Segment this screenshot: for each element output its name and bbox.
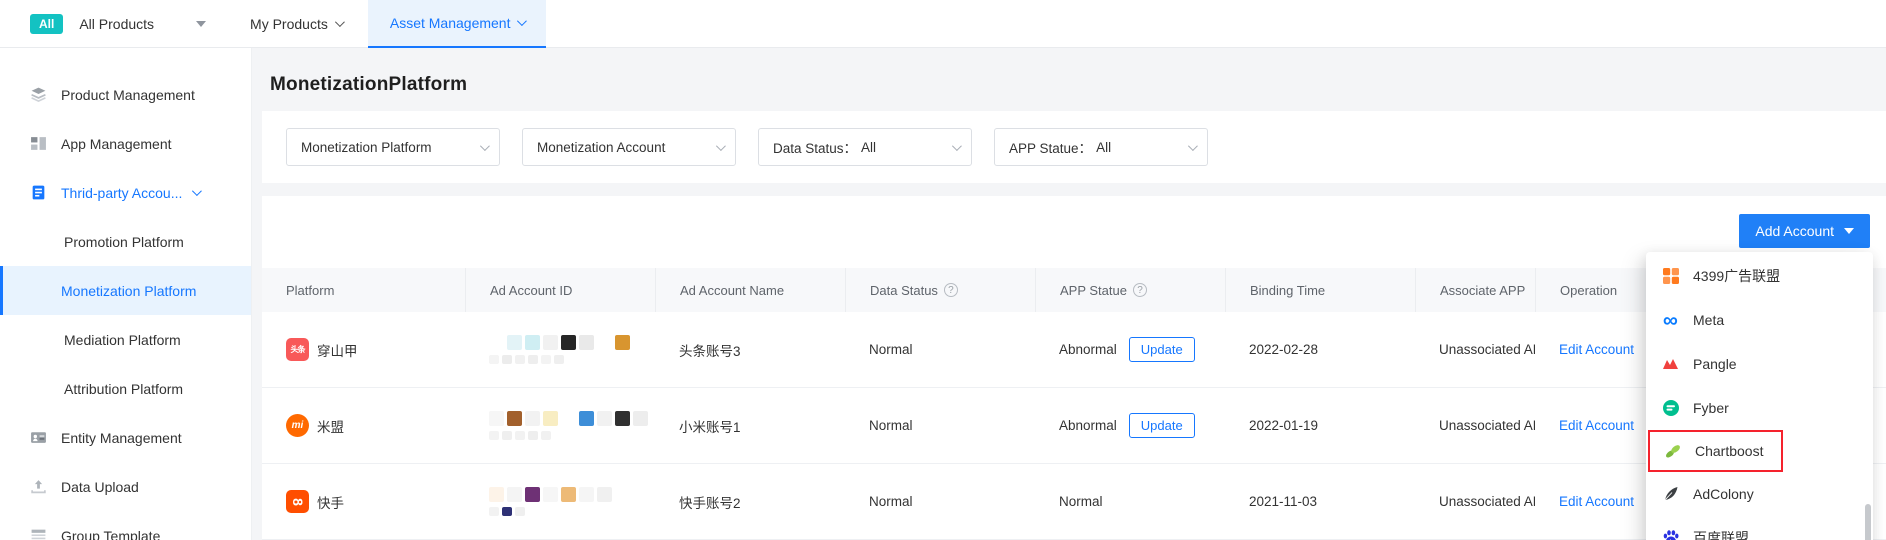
table-row-data-status: Normal (845, 388, 1035, 464)
chevron-down-icon (334, 17, 345, 28)
redacted-account-id (489, 487, 612, 516)
sidebar-item-data-upload[interactable]: Data Upload (0, 462, 251, 511)
table-row-binding-time: 2022-01-19 (1225, 388, 1415, 464)
col-header-binding-time: Binding Time (1225, 268, 1415, 312)
dropdown-item-chartboost[interactable]: Chartboost (1648, 430, 1784, 472)
sidebar-item-promotion-platform[interactable]: Promotion Platform (0, 217, 251, 266)
redacted-account-id (489, 411, 648, 440)
meta-logo-icon: ∞ (1663, 308, 1678, 332)
table-row-account-id (465, 464, 655, 540)
sidebar-item-monetization-platform[interactable]: Monetization Platform (0, 266, 251, 315)
mi-logo-icon: mi (286, 414, 309, 437)
edit-account-link[interactable]: Edit Account (1559, 494, 1634, 509)
table-row-platform: 头条 穿山甲 (262, 312, 465, 388)
col-header-platform: Platform (262, 268, 465, 312)
chevron-down-icon (1187, 140, 1198, 151)
table-row-associate-app: Unassociated APP (1415, 388, 1535, 464)
sidebar-item-entity-management[interactable]: Entity Management (0, 413, 251, 462)
select-monetization-platform[interactable]: Monetization Platform (286, 128, 500, 166)
select-data-status[interactable]: Data Status： All (758, 128, 972, 166)
chevron-down-icon (715, 140, 726, 151)
nav-tab-asset-management[interactable]: Asset Management (367, 0, 547, 48)
table-row-binding-time: 2022-02-28 (1225, 312, 1415, 388)
col-header-ad-account-id: Ad Account ID (465, 268, 655, 312)
toolbar: Add Account (262, 196, 1886, 248)
upload-icon (30, 478, 47, 495)
template-icon (30, 527, 47, 540)
edit-account-link[interactable]: Edit Account (1559, 342, 1634, 357)
col-header-data-status: Data Status? (845, 268, 1035, 312)
nav-all-products[interactable]: All Products (79, 16, 154, 32)
table-row-associate-app: Unassociated APP (1415, 464, 1535, 540)
layers-icon (30, 86, 47, 103)
table-row-binding-time: 2021-11-03 (1225, 464, 1415, 540)
redacted-account-id (489, 335, 630, 364)
chevron-down-icon (479, 140, 490, 151)
sidebar-item-mediation-platform[interactable]: Mediation Platform (0, 315, 251, 364)
sidebar-item-app-management[interactable]: App Management (0, 119, 251, 168)
pangle-logo-icon (1661, 355, 1680, 374)
table-row-platform: 8 快手 (262, 464, 465, 540)
kuaishou-logo-icon: 8 (286, 490, 309, 513)
table-row-app-statue: Normal (1035, 464, 1225, 540)
table-row-associate-app: Unassociated APP (1415, 312, 1535, 388)
adcolony-logo-icon (1661, 485, 1680, 504)
dropdown-item-meta[interactable]: ∞ Meta (1646, 298, 1873, 342)
dropdown-item-fyber[interactable]: Fyber (1646, 386, 1873, 430)
table-row-data-status: Normal (845, 312, 1035, 388)
toutiao-logo-icon: 头条 (286, 338, 309, 361)
update-button[interactable]: Update (1128, 413, 1195, 438)
sidebar: Product Management App Management Thrid-… (0, 48, 252, 540)
dropdown-item-pangle[interactable]: Pangle (1646, 342, 1873, 386)
chevron-down-icon (192, 186, 203, 197)
grid-icon (30, 135, 47, 152)
table-row-account-id (465, 312, 655, 388)
add-account-button[interactable]: Add Account (1739, 214, 1870, 248)
table-card: Add Account Platform Ad Account ID Ad Ac… (262, 196, 1886, 540)
update-button[interactable]: Update (1128, 337, 1195, 362)
table-row-platform: mi 米盟 (262, 388, 465, 464)
col-header-ad-account-name: Ad Account Name (655, 268, 845, 312)
fyber-logo-icon (1661, 399, 1680, 418)
page-title: MonetizationPlatform (270, 74, 468, 95)
filter-bar: Monetization Platform Monetization Accou… (262, 111, 1886, 183)
caret-down-icon[interactable] (196, 20, 207, 27)
add-account-dropdown: 4399广告联盟 ∞ Meta Pangle Fyber Chartboost … (1646, 252, 1873, 540)
sidebar-item-third-party-account[interactable]: Thrid-party Accou... (0, 168, 251, 217)
table-row-account-id (465, 388, 655, 464)
dropdown-item-adcolony[interactable]: AdColony (1646, 472, 1873, 516)
dropdown-item-baidu[interactable]: du 百度联盟 (1646, 516, 1873, 540)
main-content: MonetizationPlatform Monetization Platfo… (252, 48, 1886, 540)
chartboost-logo-icon (1663, 442, 1682, 461)
help-icon[interactable]: ? (1132, 283, 1147, 297)
help-icon[interactable]: ? (943, 283, 958, 297)
table-row-account-name: 小米账号1 (655, 388, 845, 464)
sidebar-item-product-management[interactable]: Product Management (0, 70, 251, 119)
sidebar-item-attribution-platform[interactable]: Attribution Platform (0, 364, 251, 413)
edit-account-link[interactable]: Edit Account (1559, 418, 1634, 433)
table-row-account-name: 快手账号2 (655, 464, 845, 540)
col-header-associate-app: Associate APP (1415, 268, 1535, 312)
caret-down-icon (1844, 228, 1854, 234)
chevron-down-icon (517, 16, 528, 27)
select-monetization-account[interactable]: Monetization Account (522, 128, 736, 166)
col-header-app-statue: APP Statue? (1035, 268, 1225, 312)
dropdown-item-4399[interactable]: 4399广告联盟 (1646, 254, 1873, 298)
all-badge[interactable]: All (30, 13, 64, 34)
table-row-data-status: Normal (845, 464, 1035, 540)
baidu-logo-icon: du (1661, 529, 1680, 540)
sidebar-item-group-template[interactable]: Group Template (0, 511, 251, 540)
id-card-icon (30, 429, 47, 446)
table-row-account-name: 头条账号3 (655, 312, 845, 388)
top-nav: All All Products My Products Asset Manag… (0, 0, 1886, 48)
table-row-app-statue: Abnormal Update (1035, 312, 1225, 388)
dropdown-scrollbar[interactable] (1865, 504, 1871, 540)
chevron-down-icon (951, 140, 962, 151)
select-app-statue[interactable]: APP Statue： All (994, 128, 1208, 166)
table-row-app-statue: Abnormal Update (1035, 388, 1225, 464)
4399-logo-icon (1661, 267, 1680, 286)
nav-my-products[interactable]: My Products (250, 16, 345, 32)
clipboard-icon (30, 184, 47, 201)
accounts-table: Platform Ad Account ID Ad Account Name D… (262, 268, 1886, 540)
